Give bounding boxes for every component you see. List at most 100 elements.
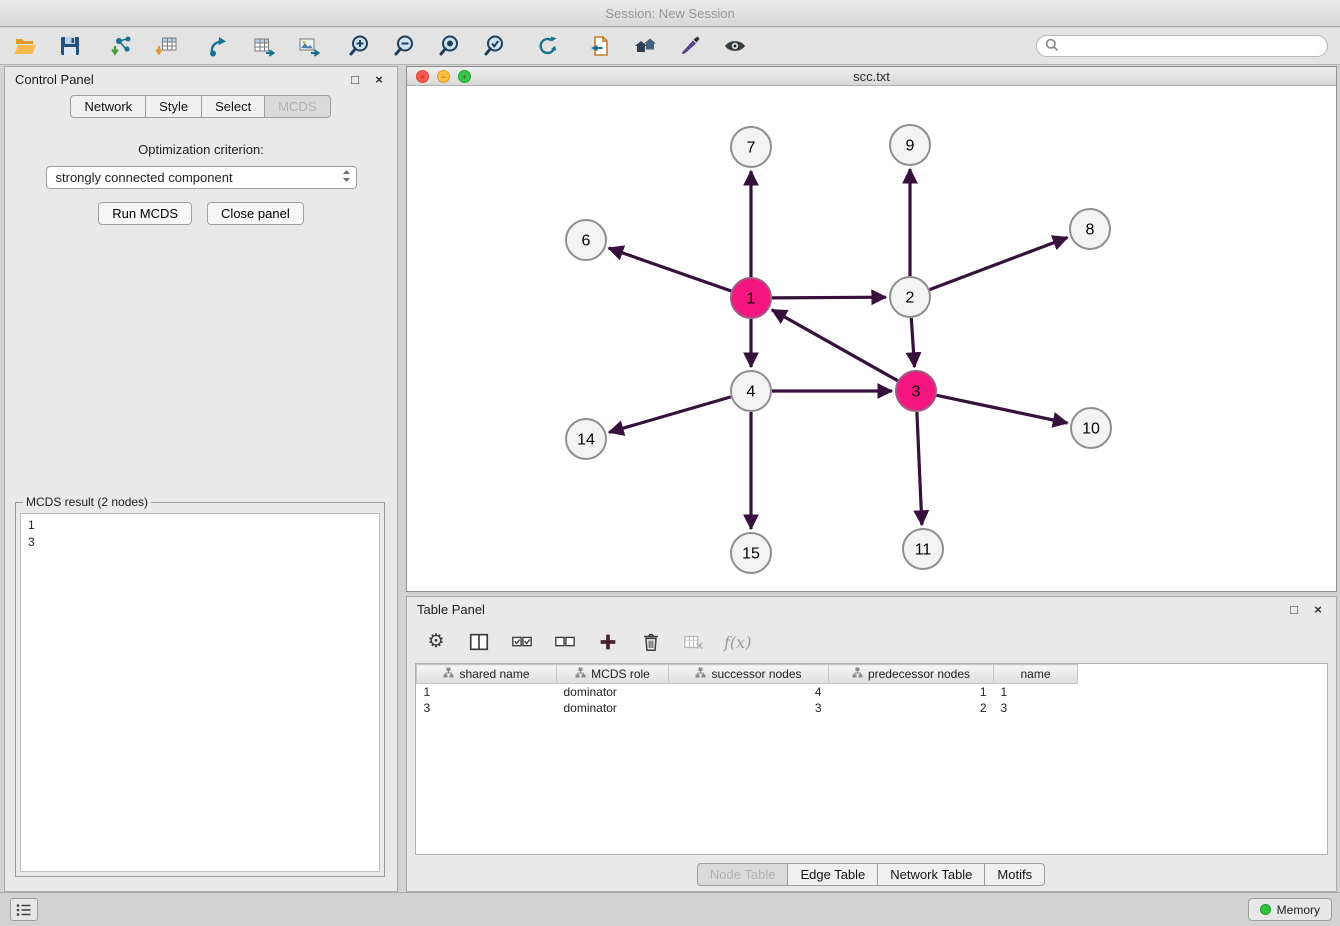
- tab-mcds[interactable]: MCDS: [264, 95, 330, 118]
- graph-edge-4-14[interactable]: [609, 397, 731, 432]
- graph-edge-2-3[interactable]: [911, 318, 914, 367]
- graph-edge-3-1[interactable]: [772, 310, 898, 381]
- tab-edge-table[interactable]: Edge Table: [787, 863, 878, 886]
- import-table-icon[interactable]: [154, 33, 180, 59]
- memory-label: Memory: [1277, 903, 1320, 917]
- graph-node-label: 3: [912, 384, 921, 401]
- close-table-panel-icon[interactable]: ×: [1310, 602, 1326, 618]
- apply-layout-icon[interactable]: [535, 33, 561, 59]
- control-panel-header: Control Panel □ ×: [5, 67, 397, 92]
- table-cell[interactable]: 4: [669, 684, 829, 700]
- table-cell[interactable]: 1: [417, 684, 557, 700]
- column-header-predecessor-nodes[interactable]: predecessor nodes: [829, 665, 994, 684]
- mcds-buttons: Run MCDS Close panel: [5, 202, 397, 225]
- graph-node-8[interactable]: 8: [1070, 209, 1110, 249]
- tab-node-table[interactable]: Node Table: [697, 863, 789, 886]
- export-image-icon[interactable]: [296, 33, 322, 59]
- search-input[interactable]: [1064, 39, 1319, 53]
- save-session-icon[interactable]: [57, 33, 83, 59]
- criterion-value: strongly connected component: [56, 170, 341, 185]
- graph-node-label: 7: [747, 140, 756, 157]
- zoom-out-icon[interactable]: [393, 33, 419, 59]
- column-header-mcds-role[interactable]: MCDS role: [557, 665, 669, 684]
- graph-node-label: 6: [582, 233, 591, 250]
- graph-node-3[interactable]: 3: [896, 371, 936, 411]
- function-builder-icon[interactable]: f(x): [724, 633, 751, 652]
- add-row-icon[interactable]: [595, 629, 621, 655]
- zoom-fit-icon[interactable]: [438, 33, 464, 59]
- table-cell[interactable]: dominator: [557, 684, 669, 700]
- eye-icon[interactable]: [722, 33, 748, 59]
- table-cell[interactable]: dominator: [557, 700, 669, 716]
- table-row[interactable]: 3 dominator 3 2 3: [417, 700, 1078, 716]
- style-brush-icon[interactable]: [677, 33, 703, 59]
- graph-edge-1-6[interactable]: [609, 248, 732, 291]
- graph-node-11[interactable]: 11: [903, 529, 943, 569]
- import-network-icon[interactable]: [109, 33, 135, 59]
- graph-edge-2-8[interactable]: [930, 238, 1068, 290]
- zoom-in-icon[interactable]: [348, 33, 374, 59]
- export-network-icon[interactable]: [206, 33, 232, 59]
- graph-node-6[interactable]: 6: [566, 220, 606, 260]
- home-networks-icon[interactable]: [632, 33, 658, 59]
- close-panel-button[interactable]: Close panel: [207, 202, 304, 225]
- graph-node-10[interactable]: 10: [1071, 408, 1111, 448]
- graph-node-15[interactable]: 15: [731, 533, 771, 573]
- network-canvas[interactable]: 7 9 6 8 1 2 4 3 14 10 15 11: [407, 87, 1336, 591]
- graph-node-1[interactable]: 1: [731, 278, 771, 318]
- network-graph[interactable]: 7 9 6 8 1 2 4 3 14 10 15 11: [407, 87, 1336, 591]
- minimize-window-icon[interactable]: −: [437, 70, 450, 83]
- graph-node-7[interactable]: 7: [731, 127, 771, 167]
- task-history-icon[interactable]: [10, 898, 38, 921]
- graph-node-label: 1: [747, 291, 756, 308]
- graph-node-label: 4: [747, 384, 756, 401]
- tab-style[interactable]: Style: [145, 95, 202, 118]
- first-neighbors-icon[interactable]: [587, 33, 613, 59]
- tab-select[interactable]: Select: [201, 95, 265, 118]
- export-table-icon[interactable]: [251, 33, 277, 59]
- tab-network-table[interactable]: Network Table: [877, 863, 985, 886]
- float-table-panel-icon[interactable]: □: [1286, 602, 1302, 618]
- delete-row-icon[interactable]: [638, 629, 664, 655]
- export-group: [206, 33, 322, 59]
- table-panel: Table Panel □ × ⚙ f(x): [406, 596, 1337, 892]
- table-cell[interactable]: 3: [417, 700, 557, 716]
- unselect-all-icon[interactable]: [552, 629, 578, 655]
- tab-motifs[interactable]: Motifs: [984, 863, 1045, 886]
- table-cell[interactable]: 3: [994, 700, 1078, 716]
- run-mcds-button[interactable]: Run MCDS: [98, 202, 192, 225]
- result-item: 1: [28, 517, 372, 534]
- column-header-name[interactable]: name: [994, 665, 1078, 684]
- table-cell[interactable]: 1: [829, 684, 994, 700]
- column-header-shared-name[interactable]: shared name: [417, 665, 557, 684]
- application-window: { "titlebar": { "title": "Session: New S…: [0, 0, 1340, 926]
- graph-node-14[interactable]: 14: [566, 419, 606, 459]
- network-window-titlebar[interactable]: × − + scc.txt: [407, 67, 1336, 86]
- column-header-successor-nodes[interactable]: successor nodes: [669, 665, 829, 684]
- memory-button[interactable]: Memory: [1248, 898, 1332, 921]
- zoom-selected-icon[interactable]: [483, 33, 509, 59]
- table-cell[interactable]: 1: [994, 684, 1078, 700]
- show-columns-icon[interactable]: [466, 629, 492, 655]
- layout-group: [535, 33, 561, 59]
- close-window-icon[interactable]: ×: [416, 70, 429, 83]
- tab-network[interactable]: Network: [70, 95, 146, 118]
- float-panel-icon[interactable]: □: [347, 72, 363, 88]
- table-settings-gear-icon[interactable]: ⚙: [423, 629, 449, 655]
- delete-column-icon[interactable]: [681, 629, 707, 655]
- table-cell[interactable]: 2: [829, 700, 994, 716]
- mcds-result-list[interactable]: 1 3: [20, 513, 380, 872]
- close-panel-icon[interactable]: ×: [371, 72, 387, 88]
- graph-node-9[interactable]: 9: [890, 125, 930, 165]
- graph-edge-3-10[interactable]: [937, 395, 1068, 423]
- open-file-icon[interactable]: [12, 33, 38, 59]
- table-row[interactable]: 1 dominator 4 1 1: [417, 684, 1078, 700]
- graph-edge-3-11[interactable]: [917, 412, 922, 525]
- select-all-icon[interactable]: [509, 629, 535, 655]
- graph-node-4[interactable]: 4: [731, 371, 771, 411]
- graph-node-2[interactable]: 2: [890, 277, 930, 317]
- zoom-window-icon[interactable]: +: [458, 70, 471, 83]
- table-cell[interactable]: 3: [669, 700, 829, 716]
- graph-edge-1-2[interactable]: [772, 297, 886, 298]
- criterion-dropdown[interactable]: strongly connected component: [46, 166, 357, 189]
